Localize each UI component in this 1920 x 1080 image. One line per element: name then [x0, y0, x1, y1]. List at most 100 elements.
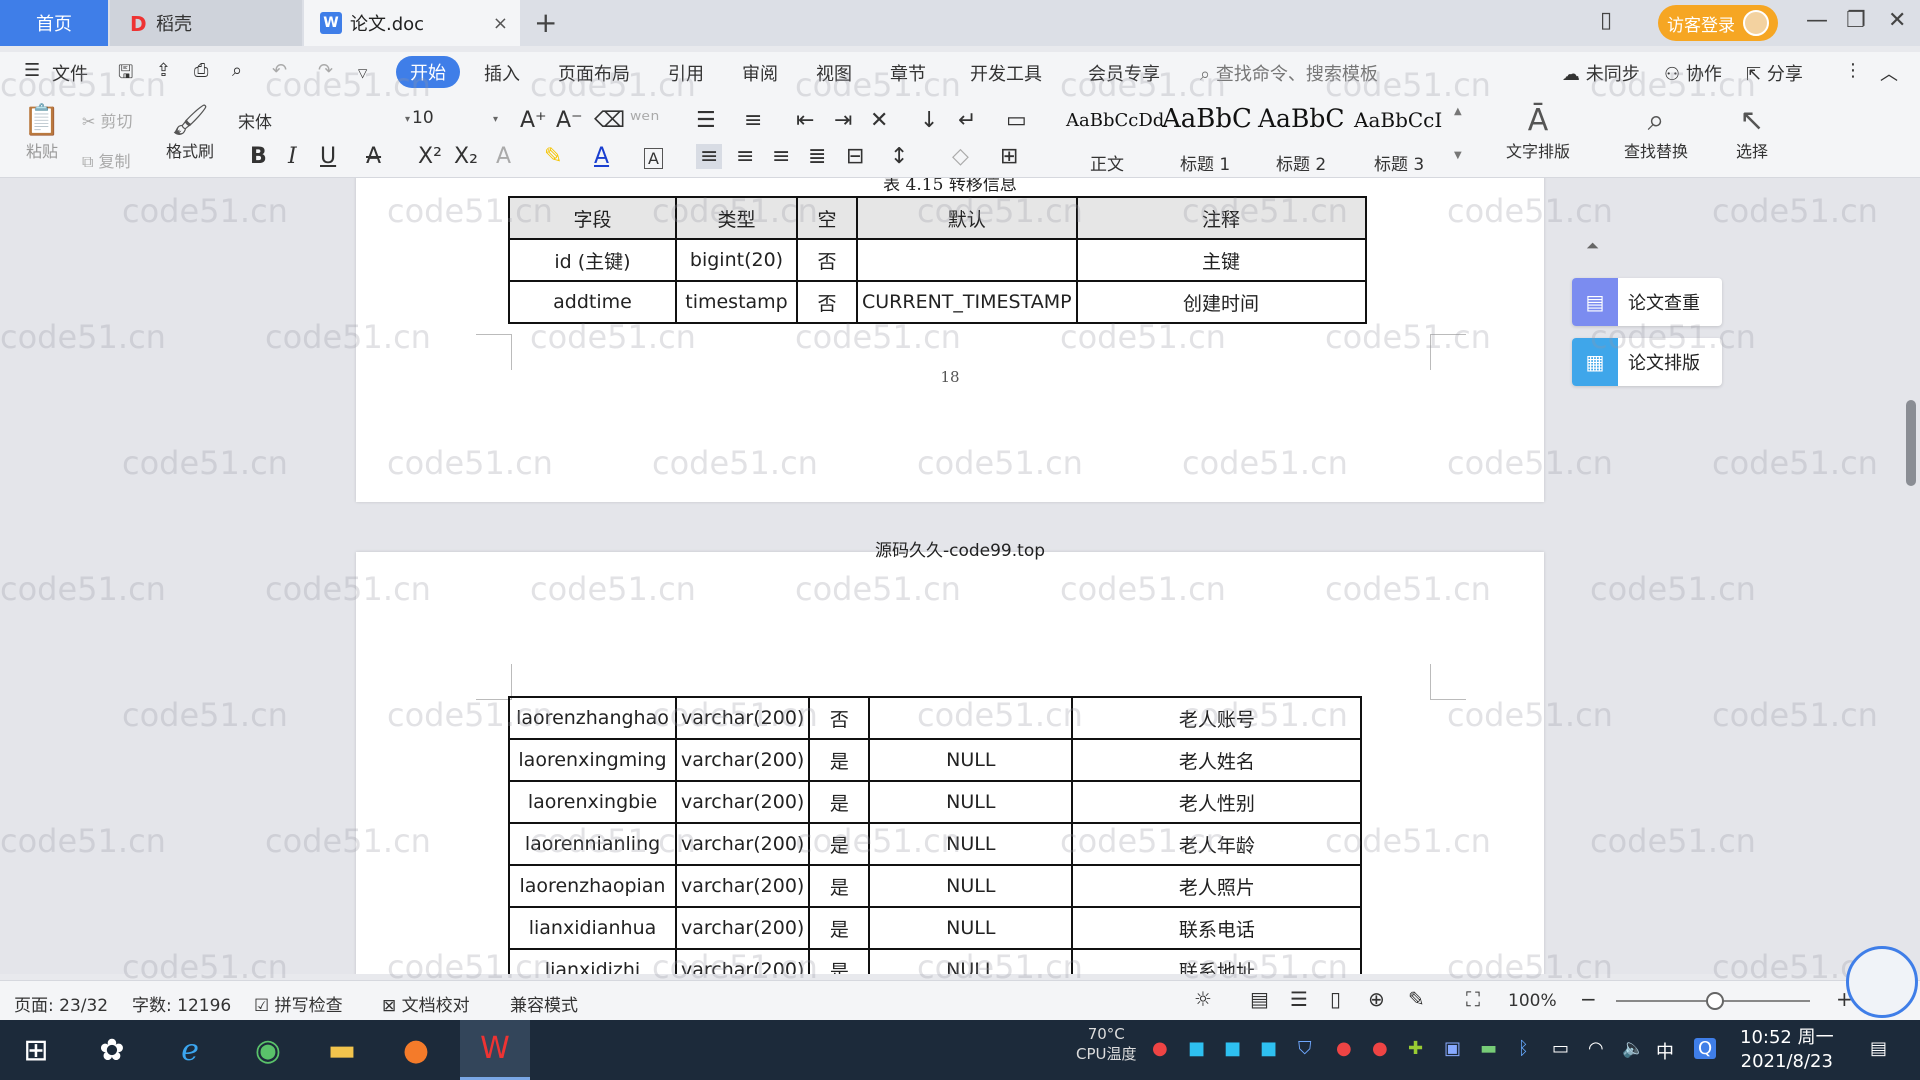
- style-h2-label[interactable]: 标题 2: [1276, 150, 1326, 175]
- undo-icon[interactable]: ↶: [272, 60, 287, 81]
- export-icon[interactable]: ⇪: [156, 60, 171, 81]
- document-page-18[interactable]: 表 4.15 转移信息 字段 类型 空 默认 注释 id (主键) bigint…: [356, 178, 1544, 502]
- justify-icon[interactable]: ≣: [808, 144, 826, 169]
- bold-icon[interactable]: B: [250, 144, 267, 169]
- tab-daoke[interactable]: D 稻壳: [110, 0, 302, 46]
- collab-button[interactable]: ⚇ 协作: [1664, 60, 1722, 86]
- cpu-temp-widget[interactable]: 70°C CPU温度: [1076, 1024, 1137, 1064]
- style-h3-preview[interactable]: AaBbCcI: [1354, 108, 1442, 132]
- text-layout-button[interactable]: Ā 文字排版: [1490, 104, 1586, 162]
- menu-member[interactable]: 会员专享: [1088, 60, 1160, 86]
- grow-font-icon[interactable]: A⁺: [520, 108, 547, 133]
- command-search[interactable]: ⌕ 查找命令、搜索模板: [1200, 60, 1378, 86]
- distribute-icon[interactable]: ⊟: [846, 144, 864, 169]
- tray-app-icon[interactable]: ●: [1152, 1038, 1168, 1059]
- font-color-icon[interactable]: A: [594, 144, 609, 169]
- style-h1-label[interactable]: 标题 1: [1180, 150, 1230, 175]
- tray-app-icon[interactable]: ▬: [1480, 1038, 1497, 1059]
- outline-view-icon[interactable]: ☰: [1290, 987, 1308, 1011]
- restore-icon[interactable]: ❐: [1846, 8, 1866, 33]
- paper-layout-button[interactable]: ▦ 论文排版: [1572, 338, 1722, 386]
- new-tab-button[interactable]: +: [534, 6, 557, 39]
- menu-devtools[interactable]: 开发工具: [970, 60, 1042, 86]
- menu-view[interactable]: 视图: [816, 60, 852, 86]
- menu-start[interactable]: 开始: [396, 56, 460, 88]
- menu-file[interactable]: 文件: [52, 60, 88, 86]
- select-button[interactable]: ↖ 选择: [1716, 104, 1788, 162]
- doc-proof-button[interactable]: ⊠ 文档校对: [382, 991, 470, 1016]
- shrink-font-icon[interactable]: A⁻: [556, 108, 583, 133]
- search-app-icon[interactable]: Q: [1694, 1038, 1717, 1059]
- page-indicator[interactable]: 页面: 23/32: [14, 991, 108, 1016]
- zoom-slider-handle[interactable]: [1706, 992, 1724, 1010]
- ime-indicator[interactable]: 中: [1656, 1038, 1674, 1064]
- font-name-select[interactable]: 宋体 ▾: [238, 108, 410, 134]
- borders-icon[interactable]: ⊞: [1000, 144, 1018, 169]
- system-clock[interactable]: 10:52 周一 2021/8/23: [1740, 1026, 1834, 1074]
- cut-button[interactable]: ✂ 剪切: [82, 108, 133, 132]
- app-orange-icon[interactable]: ●: [384, 1020, 448, 1080]
- underline-icon[interactable]: U: [320, 144, 336, 169]
- tray-app-icon[interactable]: ▣: [1444, 1038, 1461, 1059]
- table-ruler-icon[interactable]: ▭: [1006, 108, 1027, 133]
- pinyin-icon[interactable]: ʷᵉⁿ: [630, 108, 659, 133]
- align-right-icon[interactable]: ≡: [772, 144, 790, 169]
- battery-icon[interactable]: ▭: [1552, 1038, 1569, 1059]
- save-icon[interactable]: 🖫: [118, 60, 133, 90]
- increase-indent-icon[interactable]: ⇥: [834, 108, 852, 133]
- reading-view-icon[interactable]: ▯: [1330, 987, 1341, 1011]
- app-pinwheel-icon[interactable]: ✿: [80, 1020, 144, 1080]
- page-view-icon[interactable]: ▤: [1250, 987, 1269, 1011]
- tab-close-icon[interactable]: ×: [493, 13, 508, 34]
- tray-app-icon[interactable]: ■: [1188, 1038, 1205, 1059]
- print-preview-icon[interactable]: ⌕: [232, 60, 242, 81]
- style-h3-label[interactable]: 标题 3: [1374, 150, 1424, 175]
- scrollbar-thumb[interactable]: [1906, 400, 1916, 486]
- fit-page-icon[interactable]: ⛶: [1466, 987, 1480, 1011]
- copy-button[interactable]: ⧉ 复制: [82, 148, 131, 172]
- clear-format-icon[interactable]: ⌫: [594, 108, 625, 133]
- style-body-label[interactable]: 正文: [1090, 150, 1124, 175]
- vertical-scrollbar[interactable]: [1904, 196, 1918, 972]
- chinese-layout-icon[interactable]: ✕: [870, 108, 888, 133]
- eye-protection-icon[interactable]: ☼: [1194, 987, 1212, 1011]
- shield-icon[interactable]: ⛉: [1298, 1038, 1312, 1059]
- wps-taskbar-icon[interactable]: W: [460, 1020, 530, 1080]
- tray-app-icon[interactable]: ■: [1260, 1038, 1277, 1059]
- notification-icon[interactable]: ▤: [1870, 1038, 1887, 1059]
- char-border-icon[interactable]: A: [644, 148, 663, 169]
- word-count[interactable]: 字数: 12196: [132, 991, 231, 1016]
- panel-collapse-icon[interactable]: ⏶: [1586, 236, 1599, 256]
- minimize-icon[interactable]: —: [1806, 8, 1828, 33]
- collapse-ribbon-icon[interactable]: ︿: [1880, 60, 1898, 86]
- text-effect-icon[interactable]: A: [496, 144, 511, 169]
- floating-assistant-button[interactable]: [1846, 946, 1918, 1018]
- align-left-icon[interactable]: ≡: [696, 144, 723, 169]
- windows-start-icon[interactable]: ⊞: [4, 1020, 68, 1080]
- print-icon[interactable]: ⎙: [194, 60, 208, 81]
- tab-home[interactable]: 首页: [0, 0, 108, 46]
- document-page-19[interactable]: laorenzhanghao varchar(200) 否 老人账号 laore…: [356, 552, 1544, 974]
- format-painter-button[interactable]: 🖌 格式刷: [162, 104, 218, 162]
- style-expand-icon[interactable]: ▼: [1454, 150, 1462, 161]
- wifi-icon[interactable]: ◠: [1588, 1038, 1604, 1059]
- style-h1-preview[interactable]: AaBbC: [1162, 104, 1252, 134]
- find-replace-button[interactable]: ⌕ 查找替换: [1604, 104, 1708, 162]
- write-view-icon[interactable]: ✎: [1408, 987, 1425, 1011]
- style-body-preview[interactable]: AaBbCcDd: [1066, 110, 1164, 131]
- tray-app-icon[interactable]: ●: [1372, 1038, 1388, 1059]
- tray-app-icon[interactable]: ●: [1336, 1038, 1352, 1059]
- green-browser-icon[interactable]: ◉: [236, 1020, 300, 1080]
- menu-page-layout[interactable]: 页面布局: [558, 60, 630, 86]
- numbered-list-icon[interactable]: ≡: [744, 108, 762, 133]
- menu-chapter[interactable]: 章节: [890, 60, 926, 86]
- superscript-icon[interactable]: X²: [418, 144, 442, 169]
- sidebar-toggle-icon[interactable]: ▯: [1600, 8, 1612, 33]
- more-icon[interactable]: ⋮: [1844, 60, 1862, 81]
- line-spacing-icon[interactable]: ↕: [890, 144, 908, 169]
- italic-icon[interactable]: I: [288, 144, 297, 169]
- menu-review[interactable]: 审阅: [742, 60, 778, 86]
- web-view-icon[interactable]: ⊕: [1368, 987, 1385, 1011]
- volume-icon[interactable]: 🔈: [1622, 1038, 1644, 1059]
- zoom-out-icon[interactable]: −: [1580, 987, 1597, 1011]
